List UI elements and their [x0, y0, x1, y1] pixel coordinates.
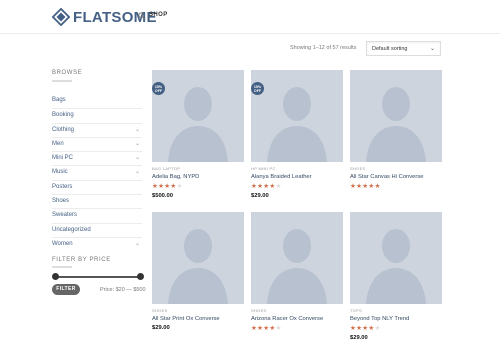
filter-button[interactable]: FILTER	[52, 284, 80, 295]
avatar-placeholder-icon	[366, 229, 426, 304]
category-item[interactable]: Sweaters	[52, 208, 142, 222]
product-image[interactable]	[152, 212, 244, 304]
browse-title: BROWSE	[52, 70, 83, 76]
product-name[interactable]: All Star Print Ox Converse	[152, 316, 244, 322]
category-item[interactable]: Booking	[52, 108, 142, 122]
star-rating: ★★★★★	[152, 183, 244, 190]
category-item[interactable]: Uncategorized	[52, 222, 142, 237]
product-card[interactable]: SHOES Arizona Racer Ox Converse ★★★★★	[251, 212, 343, 332]
product-image[interactable]: 15% OFF	[152, 70, 244, 162]
filter-title: FILTER BY PRICE	[52, 257, 111, 263]
star-icon: ★	[374, 325, 381, 332]
product-image[interactable]	[251, 212, 343, 304]
avatar-placeholder-icon	[366, 87, 426, 162]
product-category: HP MINI PC	[251, 166, 276, 171]
nav-shop-link[interactable]: SHOP	[149, 12, 168, 18]
star-icon: ★	[374, 183, 381, 190]
avatar-placeholder-icon	[267, 87, 327, 162]
product-card[interactable]: SHOES All Star Canvas Hi Converse ★★★★★	[350, 70, 442, 190]
avatar-placeholder-icon	[168, 229, 228, 304]
logo-icon	[52, 8, 70, 26]
chevron-down-icon[interactable]: ⌄	[135, 126, 140, 133]
star-rating: ★★★★★	[350, 325, 442, 332]
site-header: FLATSOME SHOP	[0, 0, 500, 34]
sort-select[interactable]: Default sorting ⌄	[366, 41, 441, 56]
category-item[interactable]: Posters	[52, 179, 142, 194]
product-name[interactable]: Arizona Racer Ox Converse	[251, 316, 343, 322]
product-image[interactable]	[350, 212, 442, 304]
product-card[interactable]: SHOES All Star Print Ox Converse $29.00	[152, 212, 244, 331]
product-price: $29.00	[350, 335, 368, 341]
category-item[interactable]: Shoes	[52, 194, 142, 208]
avatar-placeholder-icon	[267, 229, 327, 304]
sidebar: BROWSE Bags Booking Clothing ⌄ Men ⌄ Mini PC ⌄ M…	[52, 70, 142, 251]
category-label: Women	[52, 240, 73, 247]
product-card[interactable]: 15% OFF HP MINI PC Alanya Braided Leather ★…	[251, 70, 343, 199]
category-list: Bags Booking Clothing ⌄ Men ⌄ Mini PC ⌄ Music ⌄ Po…	[52, 94, 142, 251]
category-label: Mini PC	[52, 155, 74, 162]
product-name[interactable]: All Star Canvas Hi Converse	[350, 174, 442, 180]
category-label: Posters	[52, 183, 73, 190]
price-slider-min-handle[interactable]	[52, 273, 59, 280]
product-price: $29.00	[152, 325, 170, 331]
star-icon: ★	[275, 325, 282, 332]
category-item[interactable]: Bags	[52, 94, 142, 108]
category-item[interactable]: Clothing ⌄	[52, 122, 142, 137]
category-label: Uncategorized	[52, 226, 91, 233]
result-count: Showing 1–12 of 57 results	[290, 45, 357, 51]
product-category: SHOES	[152, 308, 168, 313]
chevron-down-icon[interactable]: ⌄	[135, 168, 140, 175]
category-label: Booking	[52, 112, 74, 119]
chevron-down-icon[interactable]: ⌄	[135, 154, 140, 161]
sort-selected-value: Default sorting	[372, 46, 408, 52]
product-category: TOPS	[350, 308, 363, 313]
category-label: Sweaters	[52, 212, 78, 219]
chevron-down-icon[interactable]: ⌄	[135, 140, 140, 147]
category-item[interactable]: Women ⌄	[52, 236, 142, 251]
category-label: Music	[52, 169, 68, 176]
product-name[interactable]: Beyond Top NLY Trend	[350, 316, 442, 322]
category-item[interactable]: Music ⌄	[52, 165, 142, 179]
star-rating: ★★★★★	[350, 183, 442, 190]
star-rating: ★★★★★	[251, 183, 343, 190]
price-slider-max-handle[interactable]	[137, 273, 144, 280]
price-range-label: Price: $20 — $500	[100, 287, 146, 293]
title-divider	[52, 80, 72, 82]
search-icon[interactable]	[138, 12, 146, 20]
product-category: BAG LAPTOP	[152, 166, 181, 171]
star-rating: ★★★★★	[251, 325, 343, 332]
product-name[interactable]: Adelia Bag, NYPD	[152, 174, 244, 180]
sale-badge: 15% OFF	[152, 82, 165, 95]
product-image[interactable]: 15% OFF	[251, 70, 343, 162]
product-price: $29.00	[251, 193, 269, 199]
category-label: Bags	[52, 97, 66, 103]
product-category: SHOES	[350, 166, 366, 171]
product-card[interactable]: TOPS Beyond Top NLY Trend ★★★★★ $29.00	[350, 212, 442, 341]
chevron-down-icon: ⌄	[429, 46, 435, 52]
category-item[interactable]: Mini PC ⌄	[52, 151, 142, 165]
sale-badge: 15% OFF	[251, 82, 264, 95]
category-label: Men	[52, 140, 64, 147]
product-name[interactable]: Alanya Braided Leather	[251, 174, 343, 180]
category-label: Shoes	[52, 198, 70, 205]
category-label: Clothing	[52, 126, 75, 133]
price-slider-track[interactable]	[55, 276, 141, 278]
chevron-down-icon[interactable]: ⌄	[135, 240, 140, 247]
star-icon: ★	[275, 183, 282, 190]
product-card[interactable]: 15% OFF BAG LAPTOP Adelia Bag, NYPD ★★★★★ $5…	[152, 70, 244, 199]
filter-divider	[52, 266, 72, 268]
product-category: SHOES	[251, 308, 267, 313]
product-price: $500.00	[152, 193, 173, 199]
avatar-placeholder-icon	[168, 87, 228, 162]
star-icon: ★	[176, 183, 183, 190]
product-image[interactable]	[350, 70, 442, 162]
category-item[interactable]: Men ⌄	[52, 136, 142, 151]
